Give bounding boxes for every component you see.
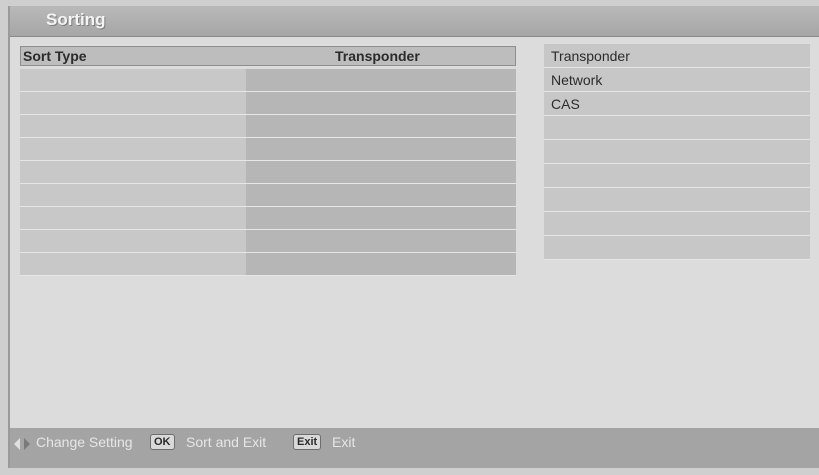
table-row [20,138,516,161]
table-cell-value [246,253,516,275]
sort-option-item [544,188,810,212]
empty-rows [20,69,516,276]
table-row [20,161,516,184]
table-cell-value [246,184,516,206]
table-cell-label [20,138,246,160]
table-cell-label [20,253,246,275]
sort-settings-table: Sort Type Transponder [20,46,516,276]
table-row [20,230,516,253]
table-row [20,115,516,138]
sort-option-item[interactable]: CAS [544,92,810,116]
sort-option-label: Network [551,72,603,88]
table-row [20,92,516,115]
page-title: Sorting [46,10,106,29]
table-cell-label [20,184,246,206]
sorting-screen: Sorting Sort Type Transponder Transponde… [8,6,819,468]
sort-option-item [544,236,810,260]
table-cell-value [246,69,516,91]
sort-and-exit-label: Sort and Exit [186,434,267,450]
table-cell-value [246,230,516,252]
table-cell-label [20,207,246,229]
table-row [20,184,516,207]
title-bar: Sorting [10,6,819,37]
sort-option-item [544,140,810,164]
sort-options-list: Transponder Network CAS [544,44,810,262]
sort-option-label: CAS [551,96,580,112]
sort-option-item[interactable]: Network [544,68,810,92]
change-setting-label: Change Setting [36,434,133,450]
table-cell-label [20,115,246,137]
ok-key-icon: OK [150,434,175,450]
sort-type-label: Sort Type [23,48,87,64]
left-right-arrow-icon [14,438,30,450]
table-cell-label [20,230,246,252]
table-cell-label [20,161,246,183]
sort-option-item [544,116,810,140]
table-cell-value [246,161,516,183]
table-cell-value [246,207,516,229]
table-cell-value [246,92,516,114]
sort-type-row[interactable]: Sort Type Transponder [20,46,516,66]
sort-option-item [544,212,810,236]
exit-key-icon: Exit [293,434,322,450]
sort-option-label: Transponder [551,48,630,64]
sort-type-value: Transponder [335,48,420,64]
table-cell-label [20,92,246,114]
exit-label: Exit [332,434,356,450]
sort-option-item [544,164,810,188]
table-row [20,207,516,230]
footer-help-bar: Change Setting OK Sort and Exit Exit Exi… [10,428,819,468]
table-cell-label [20,69,246,91]
table-cell-value [246,138,516,160]
sort-option-item[interactable]: Transponder [544,44,810,68]
table-cell-value [246,115,516,137]
table-row [20,253,516,276]
table-row [20,69,516,92]
